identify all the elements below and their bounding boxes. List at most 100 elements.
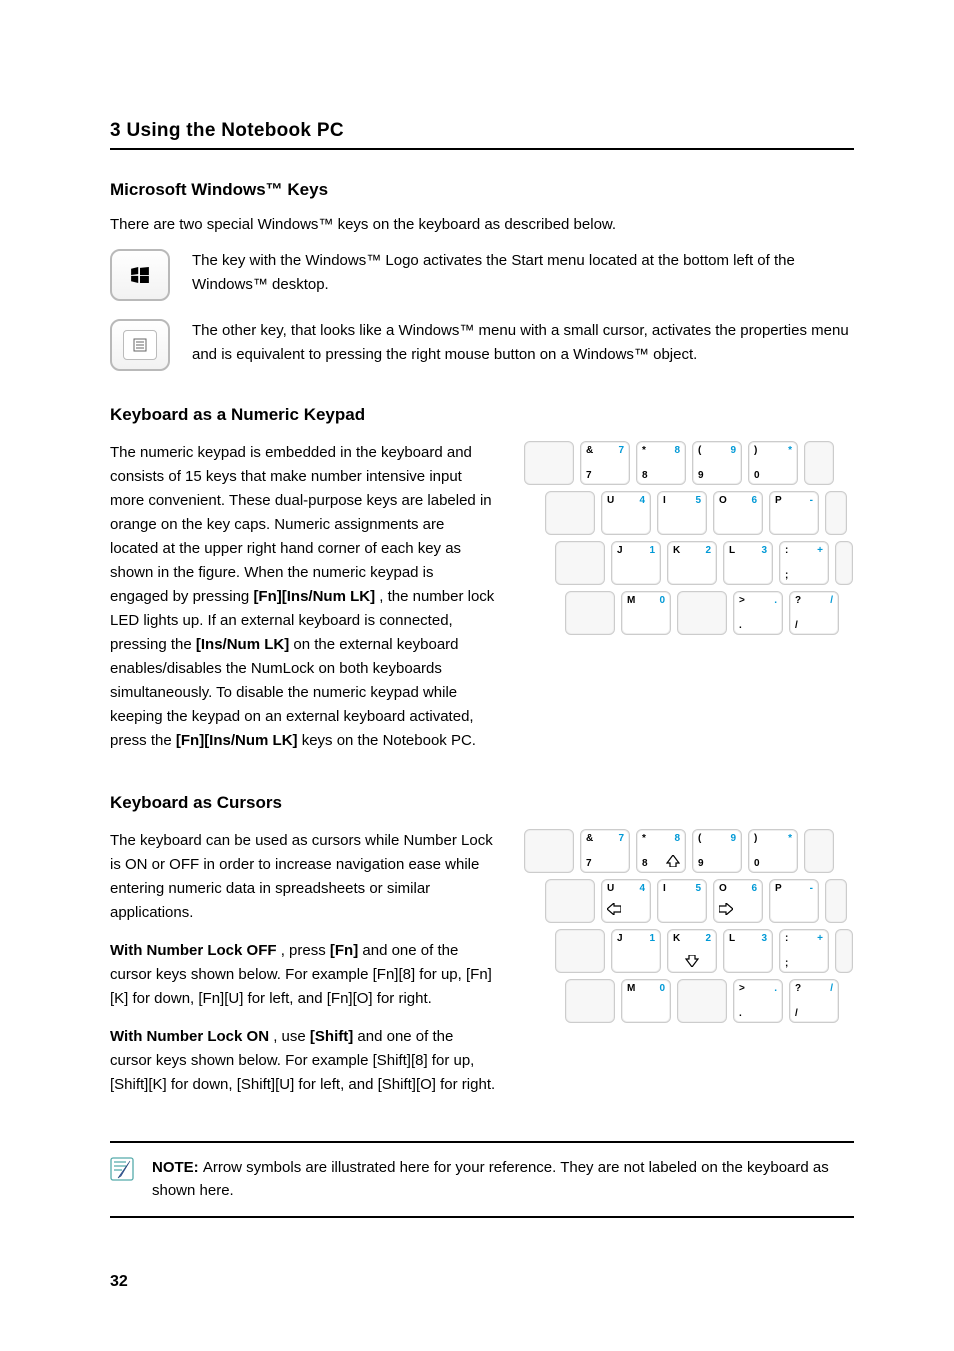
kb-blank: [677, 979, 727, 1023]
kb-key-cK: K2: [667, 929, 717, 973]
kb-key-cperiod: >..: [733, 979, 783, 1023]
page-header: 3 Using the Notebook PC: [110, 120, 854, 150]
cursor-kb: &77 *88 (99 )*0 U4: [524, 829, 854, 1023]
kb-blank: [565, 591, 615, 635]
kb-blank: [545, 879, 595, 923]
numeric-keypad-illustration: &77 *88 (99 )*0 U4 I5 O6 P-: [524, 441, 854, 641]
windows-logo-icon: [131, 267, 149, 283]
kb-row-1: &77 *88 (99 )*0: [524, 441, 854, 485]
note-text-span: Arrow symbols are illustrated here for y…: [152, 1159, 829, 1199]
kb-blank: [524, 829, 574, 873]
kb-c-row-3: J1 K2 L3 :+;: [524, 929, 854, 973]
windows-key-row: The key with the Windows™ Logo activates…: [110, 249, 854, 301]
document-page: 3 Using the Notebook PC Microsoft Window…: [0, 0, 954, 1351]
kb-blank: [677, 591, 727, 635]
kb-key-cL: L3: [723, 929, 773, 973]
kb-key-slash: ?//: [789, 591, 839, 635]
kb-blank: [555, 541, 605, 585]
kb-blank: [804, 441, 834, 485]
kb-blank: [545, 491, 595, 535]
kb-key-cP: P-: [769, 879, 819, 923]
kb-key-cslash: ?//: [789, 979, 839, 1023]
note-text: NOTE: Arrow symbols are illustrated here…: [152, 1157, 854, 1202]
context-menu-key-desc: The other key, that looks like a Windows…: [192, 319, 854, 367]
cursor-p2: With Number Lock OFF , press [Fn] and on…: [110, 939, 496, 1011]
kb-key-K: K2: [667, 541, 717, 585]
kb-row-4: M0 >.. ?//: [524, 591, 854, 635]
cursor-p2-key: [Fn]: [330, 942, 358, 959]
chapter-title: 3 Using the Notebook PC: [110, 120, 854, 142]
numeric-p-span1: The numeric keypad is embedded in the ke…: [110, 444, 492, 605]
kb-key-J: J1: [611, 541, 661, 585]
kb-key-c0: )*0: [748, 829, 798, 873]
kb-c-row-1: &77 *88 (99 )*0: [524, 829, 854, 873]
arrow-up-icon: [666, 855, 680, 869]
cursor-p1: The keyboard can be used as cursors whil…: [110, 829, 496, 925]
section-numeric-keypad: Keyboard as a Numeric Keypad The numeric…: [110, 405, 854, 767]
kb-blank: [835, 541, 853, 585]
windows-key-desc: The key with the Windows™ Logo activates…: [192, 249, 854, 297]
kb-row-3: J1 K2 L3 :+;: [524, 541, 854, 585]
kb-key-cO: O6: [713, 879, 763, 923]
section-title-ms-keys: Microsoft Windows™ Keys: [110, 180, 854, 200]
page-number: 32: [110, 1273, 128, 1291]
kb-blank: [825, 879, 847, 923]
cursor-text: The keyboard can be used as cursors whil…: [110, 829, 496, 1111]
arrow-left-icon: [607, 903, 621, 918]
kb-key-L: L3: [723, 541, 773, 585]
ms-keys-intro: There are two special Windows™ keys on t…: [110, 216, 854, 233]
kb-key-colon: :+;: [779, 541, 829, 585]
arrow-right-icon: [719, 903, 733, 918]
kb-blank: [565, 979, 615, 1023]
numeric-kb: &77 *88 (99 )*0 U4 I5 O6 P-: [524, 441, 854, 635]
kb-row-2: U4 I5 O6 P-: [524, 491, 854, 535]
numeric-keycombo-2: [Ins/Num LK]: [196, 636, 289, 653]
cursor-p3-span1: , use: [273, 1028, 310, 1045]
kb-key-cJ: J1: [611, 929, 661, 973]
kb-key-ccolon: :+;: [779, 929, 829, 973]
kb-c-row-2: U4 I5 O6 P-: [524, 879, 854, 923]
kb-key-c8: *88: [636, 829, 686, 873]
kb-key-cM: M0: [621, 979, 671, 1023]
kb-key-cU: U4: [601, 879, 651, 923]
kb-key-U: U4: [601, 491, 651, 535]
kb-key-P: P-: [769, 491, 819, 535]
cursor-p3: With Number Lock ON , use [Shift] and on…: [110, 1025, 496, 1097]
section-title-cursors: Keyboard as Cursors: [110, 793, 854, 813]
kb-blank: [555, 929, 605, 973]
kb-key-c7: &77: [580, 829, 630, 873]
kb-blank: [804, 829, 834, 873]
kb-key-I: I5: [657, 491, 707, 535]
kb-key-7: &77: [580, 441, 630, 485]
numeric-p-span4: keys on the Notebook PC.: [302, 732, 476, 749]
section-cursors: Keyboard as Cursors The keyboard can be …: [110, 793, 854, 1111]
kb-key-9: (99: [692, 441, 742, 485]
kb-blank: [524, 441, 574, 485]
kb-key-O: O6: [713, 491, 763, 535]
numeric-block: The numeric keypad is embedded in the ke…: [110, 441, 854, 767]
kb-c-row-4: M0 >.. ?//: [524, 979, 854, 1023]
kb-key-period: >..: [733, 591, 783, 635]
windows-key-cap: [110, 249, 170, 301]
kb-key-c9: (99: [692, 829, 742, 873]
numeric-text: The numeric keypad is embedded in the ke…: [110, 441, 496, 767]
numeric-keycombo-1: [Fn][Ins/Num LK]: [253, 588, 375, 605]
cursor-p3-bold: With Number Lock ON: [110, 1028, 269, 1045]
numeric-paragraph: The numeric keypad is embedded in the ke…: [110, 441, 496, 753]
kb-key-M: M0: [621, 591, 671, 635]
arrow-down-icon: [685, 955, 699, 970]
cursor-p3-key: [Shift]: [310, 1028, 353, 1045]
context-menu-icon: [133, 338, 147, 352]
context-menu-key-cap: [110, 319, 170, 371]
note-icon: [110, 1157, 134, 1181]
kb-key-cI: I5: [657, 879, 707, 923]
kb-blank: [835, 929, 853, 973]
cursor-p2-span1: , press: [281, 942, 330, 959]
note-block: NOTE: Arrow symbols are illustrated here…: [110, 1141, 854, 1218]
section-title-numeric: Keyboard as a Numeric Keypad: [110, 405, 854, 425]
section-ms-keys: Microsoft Windows™ Keys There are two sp…: [110, 180, 854, 371]
cursor-keypad-illustration: &77 *88 (99 )*0 U4: [524, 829, 854, 1029]
kb-key-0: )*0: [748, 441, 798, 485]
cursor-p2-bold: With Number Lock OFF: [110, 942, 277, 959]
context-menu-key-row: The other key, that looks like a Windows…: [110, 319, 854, 371]
